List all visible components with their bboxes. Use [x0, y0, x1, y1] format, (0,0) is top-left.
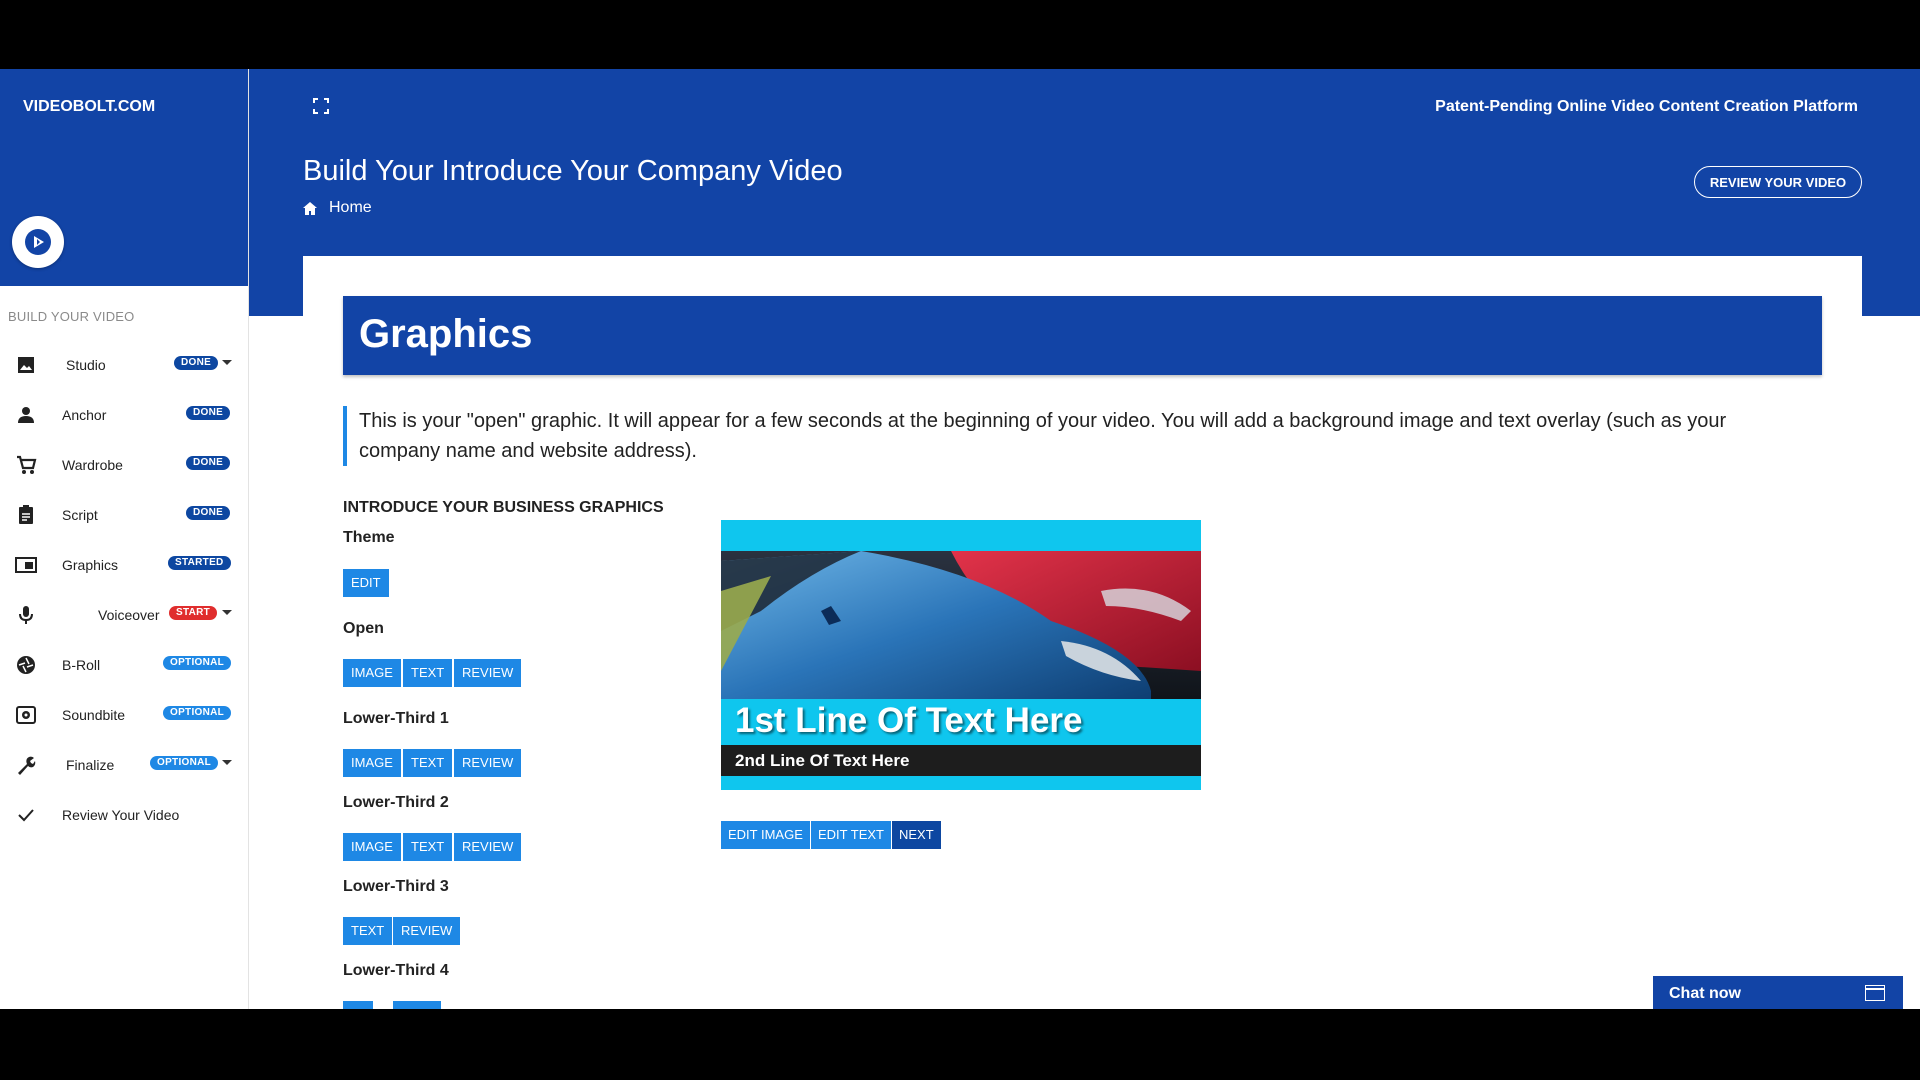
sidebar-item-review[interactable]: Review Your Video	[0, 796, 248, 832]
status-badge: DONE	[186, 406, 231, 420]
sidebar-item-studio[interactable]: Studio DONE	[0, 346, 248, 382]
play-icon	[25, 229, 51, 255]
lower-third-2-text-button[interactable]: TEXT	[403, 833, 453, 861]
sidebar-item-label: Review Your Video	[62, 807, 180, 823]
preview-background-image	[721, 551, 1201, 699]
graphics-icon	[15, 557, 37, 573]
sidebar-item-label: Anchor	[62, 407, 107, 423]
letterbox-bottom	[0, 1009, 1920, 1080]
edit-image-button[interactable]: EDIT IMAGE	[721, 821, 810, 849]
open-label: Open	[343, 620, 384, 637]
page-title: Build Your Introduce Your Company Video	[303, 155, 843, 187]
clipboard-icon	[19, 505, 33, 524]
letterbox-top	[0, 0, 1920, 69]
fullscreen-icon[interactable]	[313, 98, 329, 114]
sidebar-item-finalize[interactable]: Finalize OPTIONAL	[0, 746, 248, 782]
lower-third-1-review-button[interactable]: REVIEW	[454, 749, 522, 777]
wrench-icon	[18, 756, 36, 775]
sidebar-item-voiceover[interactable]: Voiceover START	[0, 596, 248, 632]
open-image-button[interactable]: IMAGE	[343, 659, 401, 687]
preview-line-1: 1st Line Of Text Here	[735, 701, 1083, 740]
home-icon	[303, 201, 317, 215]
sidebar-item-label: Voiceover	[98, 607, 160, 623]
brand-logo[interactable]	[12, 216, 64, 268]
status-badge: OPTIONAL	[150, 756, 219, 770]
review-your-video-button[interactable]: REVIEW YOUR VIDEO	[1694, 166, 1862, 198]
status-badge: START	[169, 606, 218, 620]
sidebar: VIDEOBOLT.COM BUILD YOUR VIDEO Studio DO…	[0, 69, 248, 1009]
sidebar-section-title: BUILD YOUR VIDEO	[8, 309, 135, 324]
status-badge: OPTIONAL	[163, 706, 232, 720]
theme-edit-button[interactable]: EDIT	[343, 569, 389, 597]
tagline: Patent-Pending Online Video Content Crea…	[1435, 98, 1858, 115]
status-badge: DONE	[174, 356, 219, 370]
breadcrumb-home[interactable]: Home	[329, 199, 372, 217]
chat-window-icon[interactable]	[1865, 985, 1885, 1001]
graphics-title: Graphics	[359, 312, 533, 356]
theme-label: Theme	[343, 529, 395, 546]
sidebar-item-soundbite[interactable]: Soundbite OPTIONAL	[0, 696, 248, 732]
brand-name[interactable]: VIDEOBOLT.COM	[23, 98, 155, 116]
lower-third-2-label: Lower-Third 2	[343, 794, 449, 811]
lower-third-2-review-button[interactable]: REVIEW	[454, 833, 522, 861]
sidebar-header: VIDEOBOLT.COM	[0, 69, 248, 286]
sidebar-divider	[248, 69, 249, 1009]
next-button[interactable]: NEXT	[892, 821, 941, 849]
status-badge: DONE	[186, 506, 231, 520]
preview-line-2-bar: 2nd Line Of Text Here	[721, 745, 1201, 776]
graphics-header: Graphics	[343, 296, 1822, 375]
image-icon	[18, 357, 34, 373]
mic-icon	[19, 606, 33, 624]
lower-third-1-text-button[interactable]: TEXT	[403, 749, 453, 777]
status-badge: DONE	[186, 456, 231, 470]
chat-label: Chat now	[1669, 985, 1741, 1002]
chevron-down-icon[interactable]	[222, 760, 232, 765]
sidebar-item-wardrobe[interactable]: Wardrobe DONE	[0, 446, 248, 482]
section-title: INTRODUCE YOUR BUSINESS GRAPHICS	[343, 499, 664, 516]
lower-third-1-label: Lower-Third 1	[343, 710, 449, 727]
sidebar-item-label: Wardrobe	[62, 457, 123, 473]
chat-widget[interactable]: Chat now	[1653, 976, 1903, 1009]
graphic-preview: 1st Line Of Text Here 2nd Line Of Text H…	[721, 520, 1201, 790]
chevron-down-icon[interactable]	[222, 610, 232, 615]
sidebar-item-label: Graphics	[62, 557, 119, 573]
preview-line-2: 2nd Line Of Text Here	[735, 751, 910, 770]
speaker-icon	[16, 706, 36, 724]
open-text-button[interactable]: TEXT	[403, 659, 453, 687]
lower-third-3-label: Lower-Third 3	[343, 878, 449, 895]
lower-third-1-image-button[interactable]: IMAGE	[343, 749, 401, 777]
lower-third-2-image-button[interactable]: IMAGE	[343, 833, 401, 861]
sidebar-item-label: Finalize	[66, 757, 115, 773]
sidebar-item-label: Soundbite	[62, 707, 126, 723]
cart-icon	[17, 455, 37, 474]
lower-third-4-label: Lower-Third 4	[343, 962, 449, 979]
sidebar-item-label: B-Roll	[62, 657, 101, 673]
sidebar-item-b-roll[interactable]: B-Roll OPTIONAL	[0, 646, 248, 682]
app-viewport: Patent-Pending Online Video Content Crea…	[0, 69, 1920, 1009]
graphics-intro: This is your "open" graphic. It will app…	[343, 406, 1759, 466]
lower-third-3-text-button[interactable]: TEXT	[343, 917, 393, 945]
check-icon	[18, 809, 34, 822]
lower-third-4-text-button[interactable]	[343, 1001, 373, 1009]
edit-text-button[interactable]: EDIT TEXT	[811, 821, 891, 849]
lower-third-4-review-button[interactable]	[393, 1001, 441, 1009]
aperture-icon	[17, 656, 35, 674]
open-review-button[interactable]: REVIEW	[454, 659, 522, 687]
sidebar-item-anchor[interactable]: Anchor DONE	[0, 396, 248, 432]
sidebar-item-graphics[interactable]: Graphics STARTED	[0, 546, 248, 582]
sidebar-item-label: Studio	[66, 357, 106, 373]
status-badge: OPTIONAL	[163, 656, 232, 670]
sidebar-item-label: Script	[62, 507, 98, 523]
breadcrumb[interactable]: Home	[303, 199, 372, 217]
lower-third-3-review-button[interactable]: REVIEW	[393, 917, 461, 945]
status-badge: STARTED	[168, 556, 231, 570]
sidebar-item-script[interactable]: Script DONE	[0, 496, 248, 532]
person-icon	[18, 407, 34, 423]
chevron-down-icon[interactable]	[222, 360, 232, 365]
